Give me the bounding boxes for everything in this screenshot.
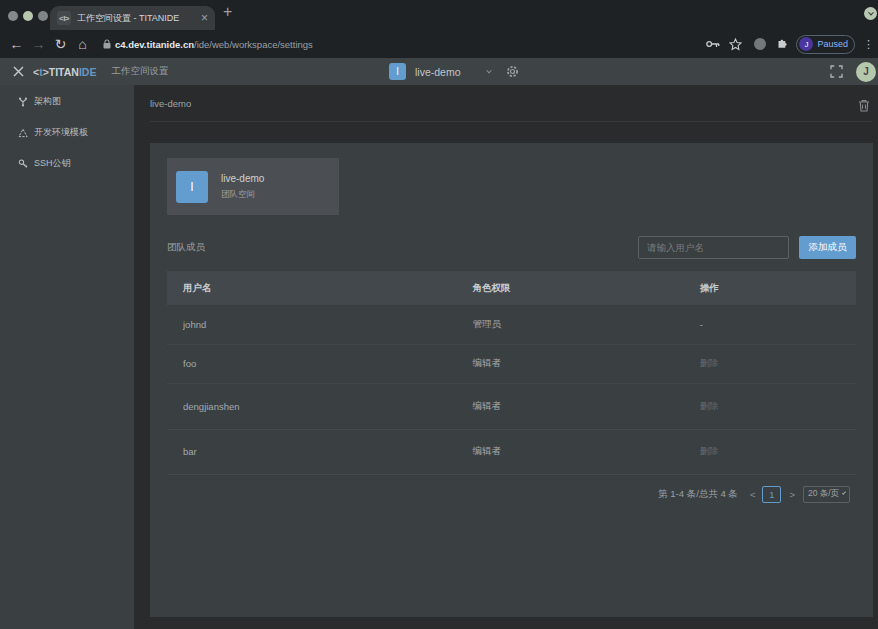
traffic-lights bbox=[8, 11, 48, 21]
members-section-title: 团队成员 bbox=[167, 241, 205, 254]
url-path: /ide/web/workspace/settings bbox=[194, 39, 313, 50]
table-row: foo编辑者删除 bbox=[167, 344, 856, 383]
next-page-icon[interactable]: > bbox=[789, 489, 795, 500]
cell-username: foo bbox=[167, 344, 456, 383]
add-member-button[interactable]: 添加成员 bbox=[799, 236, 856, 259]
paused-label: Paused bbox=[817, 39, 848, 49]
cell-role: 管理员 bbox=[456, 305, 683, 344]
user-avatar[interactable]: J bbox=[856, 62, 876, 82]
main-content: live-demo l live-demo 团队空间 团队成员 添加成员 bbox=[134, 85, 878, 629]
back-button[interactable]: ← bbox=[6, 36, 27, 52]
workspace-name: live-demo bbox=[415, 66, 461, 78]
cell-role: 编辑者 bbox=[456, 429, 683, 474]
breadcrumb-row: live-demo bbox=[134, 85, 878, 122]
table-row: dengjianshen编辑者删除 bbox=[167, 383, 856, 429]
prev-page-icon[interactable]: < bbox=[750, 489, 756, 500]
username-input[interactable] bbox=[638, 236, 789, 259]
browser-address-bar: ← → ↻ ⌂ c4.dev.titanide.cn/ide/web/works… bbox=[0, 30, 878, 58]
bookmark-star-icon[interactable] bbox=[729, 38, 742, 51]
sidebar-item-architecture[interactable]: 架构图 bbox=[0, 86, 134, 117]
url-text[interactable]: c4.dev.titanide.cn/ide/web/workspace/set… bbox=[115, 39, 313, 50]
browser-menu-icon[interactable]: ⋮ bbox=[863, 42, 869, 47]
breadcrumb: live-demo bbox=[150, 98, 191, 109]
sidebar-item-ssh-key[interactable]: SSH公钥 bbox=[0, 148, 134, 179]
cell-role: 编辑者 bbox=[456, 383, 683, 429]
app-header: <t>TITANIDE 工作空间设置 l live-demo J bbox=[0, 58, 878, 85]
page-title: 工作空间设置 bbox=[111, 65, 168, 78]
cell-action[interactable]: 删除 bbox=[684, 383, 856, 429]
cell-action[interactable]: 删除 bbox=[684, 344, 856, 383]
chevron-down-icon bbox=[868, 9, 874, 15]
current-page[interactable]: 1 bbox=[762, 486, 781, 503]
cell-username: johnd bbox=[167, 305, 456, 344]
tab-title: 工作空间设置 - TITANIDE bbox=[77, 12, 197, 25]
profile-paused-pill[interactable]: J Paused bbox=[796, 35, 855, 54]
browser-tab-strip: <I> 工作空间设置 - TITANIDE × + bbox=[0, 0, 878, 30]
url-domain: c4.dev.titanide.cn bbox=[115, 39, 194, 50]
cell-role: 编辑者 bbox=[456, 344, 683, 383]
workspace-icon: l bbox=[389, 63, 406, 80]
template-icon bbox=[18, 128, 28, 138]
cell-username: dengjianshen bbox=[167, 383, 456, 429]
reload-button[interactable]: ↻ bbox=[50, 36, 71, 52]
extensions-puzzle-icon[interactable] bbox=[776, 38, 789, 51]
lock-icon[interactable] bbox=[103, 39, 111, 49]
table-row: johnd管理员- bbox=[167, 305, 856, 344]
members-table: 用户名 角色权限 操作 johnd管理员-foo编辑者删除dengjianshe… bbox=[167, 271, 856, 475]
forward-button[interactable]: → bbox=[28, 36, 49, 52]
pagination-total: 第 1-4 条/总共 4 条 bbox=[658, 488, 738, 501]
pagination: 第 1-4 条/总共 4 条 < 1 > 20 条/页 bbox=[167, 486, 856, 503]
col-action: 操作 bbox=[684, 271, 856, 305]
chevron-down-icon bbox=[842, 491, 846, 495]
new-tab-button[interactable]: + bbox=[223, 3, 232, 21]
col-username: 用户名 bbox=[167, 271, 456, 305]
page-size-select[interactable]: 20 条/页 bbox=[803, 486, 850, 503]
workspace-switcher[interactable]: l live-demo bbox=[389, 58, 519, 85]
settings-gear-icon[interactable] bbox=[506, 65, 519, 78]
delete-workspace-trash-icon[interactable] bbox=[858, 99, 870, 112]
cell-username: bar bbox=[167, 429, 456, 474]
table-header-row: 用户名 角色权限 操作 bbox=[167, 271, 856, 305]
cell-action[interactable]: 删除 bbox=[684, 429, 856, 474]
tab-close-icon[interactable]: × bbox=[201, 11, 208, 25]
media-control-icon[interactable] bbox=[754, 38, 766, 50]
tab-favicon-icon: <I> bbox=[57, 11, 71, 25]
members-toolbar: 团队成员 添加成员 bbox=[167, 236, 856, 259]
sidebar: 架构图 开发环境模板 SSH公钥 bbox=[0, 85, 134, 629]
table-row: bar编辑者删除 bbox=[167, 429, 856, 474]
chevron-down-icon[interactable] bbox=[486, 67, 492, 73]
home-button[interactable]: ⌂ bbox=[72, 36, 93, 52]
col-role: 角色权限 bbox=[456, 271, 683, 305]
profile-avatar: J bbox=[799, 37, 813, 51]
key-icon bbox=[18, 159, 28, 169]
workspace-card-name: live-demo bbox=[221, 173, 264, 184]
workspace-card-type: 团队空间 bbox=[221, 189, 264, 201]
branch-icon bbox=[18, 97, 28, 107]
tab-search-button[interactable] bbox=[864, 7, 877, 20]
browser-tab[interactable]: <I> 工作空间设置 - TITANIDE × bbox=[50, 6, 215, 30]
minimize-window-button[interactable] bbox=[23, 11, 33, 21]
cell-action: - bbox=[684, 305, 856, 344]
settings-panel: l live-demo 团队空间 团队成员 添加成员 用户名 角色权限 操作 bbox=[150, 143, 873, 617]
close-window-button[interactable] bbox=[8, 11, 18, 21]
workspace-card-icon: l bbox=[176, 171, 208, 203]
zoom-window-button[interactable] bbox=[38, 11, 48, 21]
close-workspace-icon[interactable] bbox=[13, 66, 24, 77]
fullscreen-icon[interactable] bbox=[830, 65, 843, 78]
app-logo: <t>TITANIDE bbox=[33, 66, 96, 78]
password-key-icon[interactable] bbox=[706, 40, 720, 48]
workspace-card: l live-demo 团队空间 bbox=[167, 158, 339, 215]
sidebar-item-dev-template[interactable]: 开发环境模板 bbox=[0, 117, 134, 148]
